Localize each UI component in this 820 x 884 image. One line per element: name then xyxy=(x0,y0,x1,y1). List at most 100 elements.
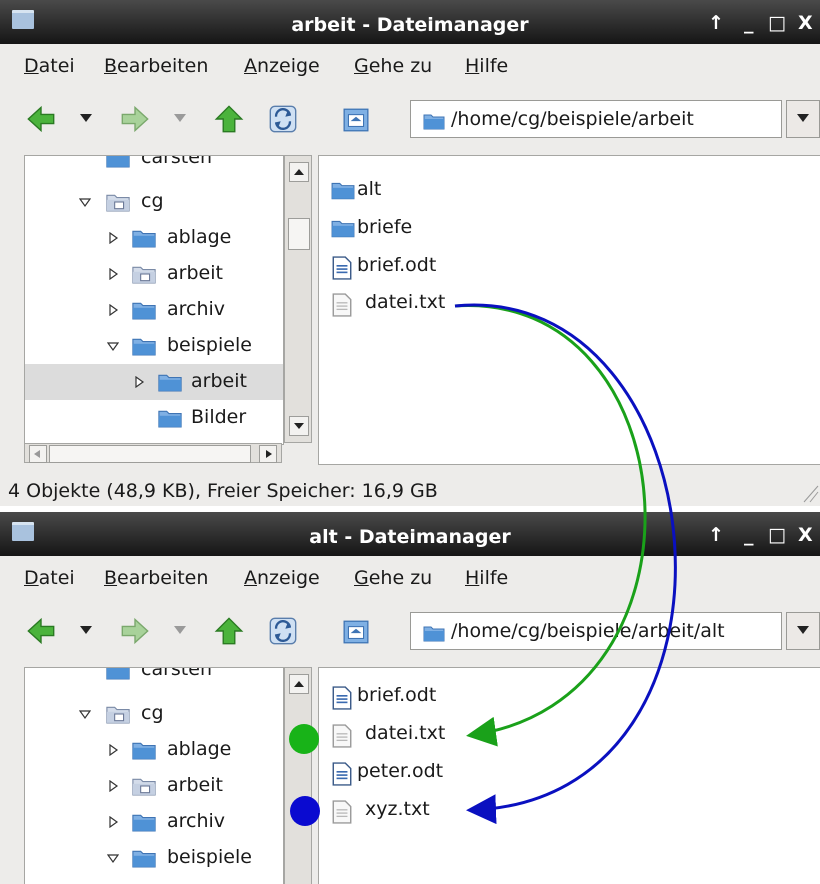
shared-folder-icon xyxy=(131,776,157,796)
tree-item-carsten[interactable]: carsten xyxy=(25,668,283,688)
folder-icon xyxy=(131,300,157,320)
collapsed-arrow-icon[interactable] xyxy=(107,232,119,244)
tree-item-beispiele-arbeit[interactable]: arbeit xyxy=(25,876,283,884)
expanded-arrow-icon[interactable] xyxy=(107,340,119,352)
scroll-left-button[interactable] xyxy=(29,445,47,463)
file-label: alt xyxy=(357,178,382,200)
window-up-button[interactable]: ↑ xyxy=(708,524,724,546)
tree-item-beispiele[interactable]: beispiele xyxy=(25,840,283,876)
menu-bearbeiten[interactable]: Bearbeiten xyxy=(104,55,208,77)
forward-history-dropdown-icon[interactable] xyxy=(174,626,186,636)
expanded-arrow-icon[interactable] xyxy=(79,708,91,720)
back-arrow-icon[interactable] xyxy=(26,616,56,646)
tree-item-label: archiv xyxy=(167,298,226,320)
tree-item-archiv[interactable]: archiv xyxy=(25,804,283,840)
scroll-down-button[interactable] xyxy=(289,416,309,436)
tree-vertical-scrollbar[interactable] xyxy=(284,155,312,443)
minimize-button[interactable]: _ xyxy=(744,524,754,546)
scroll-left-arrow-icon xyxy=(34,450,40,458)
menu-datei[interactable]: Datei xyxy=(24,567,75,589)
window-up-button[interactable]: ↑ xyxy=(708,12,724,34)
scroll-up-arrow-icon xyxy=(294,681,304,687)
scroll-right-button[interactable] xyxy=(259,445,277,463)
minimize-button[interactable]: _ xyxy=(744,12,754,34)
tree-item-archiv[interactable]: archiv xyxy=(25,292,283,328)
menu-gehe-zu[interactable]: Gehe zu xyxy=(354,55,432,77)
tree-item-carsten[interactable]: carsten xyxy=(25,156,283,176)
path-input[interactable]: /home/cg/beispiele/arbeit/alt xyxy=(410,612,782,650)
chevron-down-icon xyxy=(797,114,809,122)
folder-icon xyxy=(131,228,157,248)
folder-icon xyxy=(131,740,157,760)
close-button[interactable]: X xyxy=(798,12,813,34)
menu-bar: Datei Bearbeiten Anzeige Gehe zu Hilfe xyxy=(0,557,820,599)
menu-bearbeiten[interactable]: Bearbeiten xyxy=(104,567,208,589)
collapsed-arrow-icon[interactable] xyxy=(107,816,119,828)
tree-item-arbeit[interactable]: arbeit xyxy=(25,768,283,804)
horizontal-scroll-thumb[interactable] xyxy=(49,445,251,463)
up-arrow-icon[interactable] xyxy=(214,104,244,134)
folder-icon xyxy=(157,408,183,428)
scroll-up-button[interactable] xyxy=(289,674,309,694)
menu-anzeige[interactable]: Anzeige xyxy=(244,55,320,77)
maximize-button[interactable]: □ xyxy=(768,524,786,546)
tree-item-ablage[interactable]: ablage xyxy=(25,732,283,768)
text-file-icon xyxy=(331,800,353,824)
tree-item-label: cg xyxy=(141,702,164,724)
tree-item-label: beispiele xyxy=(167,846,252,868)
forward-history-dropdown-icon[interactable] xyxy=(174,114,186,124)
home-folder-icon[interactable] xyxy=(342,106,370,134)
scroll-thumb[interactable] xyxy=(288,218,310,250)
tree-item-cg[interactable]: cg xyxy=(25,696,283,732)
title-bar[interactable]: alt - Dateimanager ↑ _ □ X xyxy=(0,512,820,556)
tree-item-label: ablage xyxy=(167,738,232,760)
collapsed-arrow-icon[interactable] xyxy=(107,780,119,792)
tree-item-ablage[interactable]: ablage xyxy=(25,220,283,256)
home-folder-icon[interactable] xyxy=(342,618,370,646)
path-history-dropdown[interactable] xyxy=(786,612,820,650)
file-list: alt briefe brief.odt datei.txt xyxy=(318,155,820,465)
reload-icon[interactable] xyxy=(268,104,298,134)
forward-arrow-icon[interactable] xyxy=(120,616,150,646)
status-text: 4 Objekte (48,9 KB), Freier Speicher: 16… xyxy=(8,480,438,502)
path-history-dropdown[interactable] xyxy=(786,100,820,138)
file-label: xyz.txt xyxy=(365,798,430,820)
folder-tree: carsten cg ablage arbeit archiv beispiel… xyxy=(24,667,284,884)
tree-item-bilder[interactable]: Bilder xyxy=(25,400,283,436)
file-manager-window-alt: alt - Dateimanager ↑ _ □ X Datei Bearbei… xyxy=(0,512,820,884)
collapsed-arrow-icon[interactable] xyxy=(107,268,119,280)
back-arrow-icon[interactable] xyxy=(26,104,56,134)
up-arrow-icon[interactable] xyxy=(214,616,244,646)
status-bar: 4 Objekte (48,9 KB), Freier Speicher: 16… xyxy=(0,476,820,506)
tree-item-label: cg xyxy=(141,190,164,212)
collapsed-arrow-icon[interactable] xyxy=(133,376,145,388)
scroll-up-button[interactable] xyxy=(289,162,309,182)
close-button[interactable]: X xyxy=(798,524,813,546)
menu-datei[interactable]: Datei xyxy=(24,55,75,77)
tree-horizontal-scrollbar[interactable] xyxy=(24,443,282,463)
path-input[interactable]: /home/cg/beispiele/arbeit xyxy=(410,100,782,138)
menu-hilfe[interactable]: Hilfe xyxy=(465,55,508,77)
resize-grip-icon[interactable] xyxy=(800,480,820,504)
tree-item-beispiele-arbeit-selected[interactable]: arbeit xyxy=(25,364,283,400)
collapsed-arrow-icon[interactable] xyxy=(107,744,119,756)
tree-item-beispiele[interactable]: beispiele xyxy=(25,328,283,364)
tree-item-arbeit[interactable]: arbeit xyxy=(25,256,283,292)
collapsed-arrow-icon[interactable] xyxy=(107,304,119,316)
back-history-dropdown-icon[interactable] xyxy=(80,114,92,124)
odt-document-icon xyxy=(331,256,353,280)
expanded-arrow-icon[interactable] xyxy=(79,196,91,208)
menu-gehe-zu[interactable]: Gehe zu xyxy=(354,567,432,589)
tree-item-label: archiv xyxy=(167,810,226,832)
title-bar[interactable]: arbeit - Dateimanager ↑ _ □ X xyxy=(0,0,820,44)
file-label: brief.odt xyxy=(357,254,437,276)
tree-vertical-scrollbar[interactable] xyxy=(284,667,312,884)
forward-arrow-icon[interactable] xyxy=(120,104,150,134)
maximize-button[interactable]: □ xyxy=(768,12,786,34)
tree-item-cg[interactable]: cg xyxy=(25,184,283,220)
expanded-arrow-icon[interactable] xyxy=(107,852,119,864)
reload-icon[interactable] xyxy=(268,616,298,646)
menu-anzeige[interactable]: Anzeige xyxy=(244,567,320,589)
menu-hilfe[interactable]: Hilfe xyxy=(465,567,508,589)
back-history-dropdown-icon[interactable] xyxy=(80,626,92,636)
